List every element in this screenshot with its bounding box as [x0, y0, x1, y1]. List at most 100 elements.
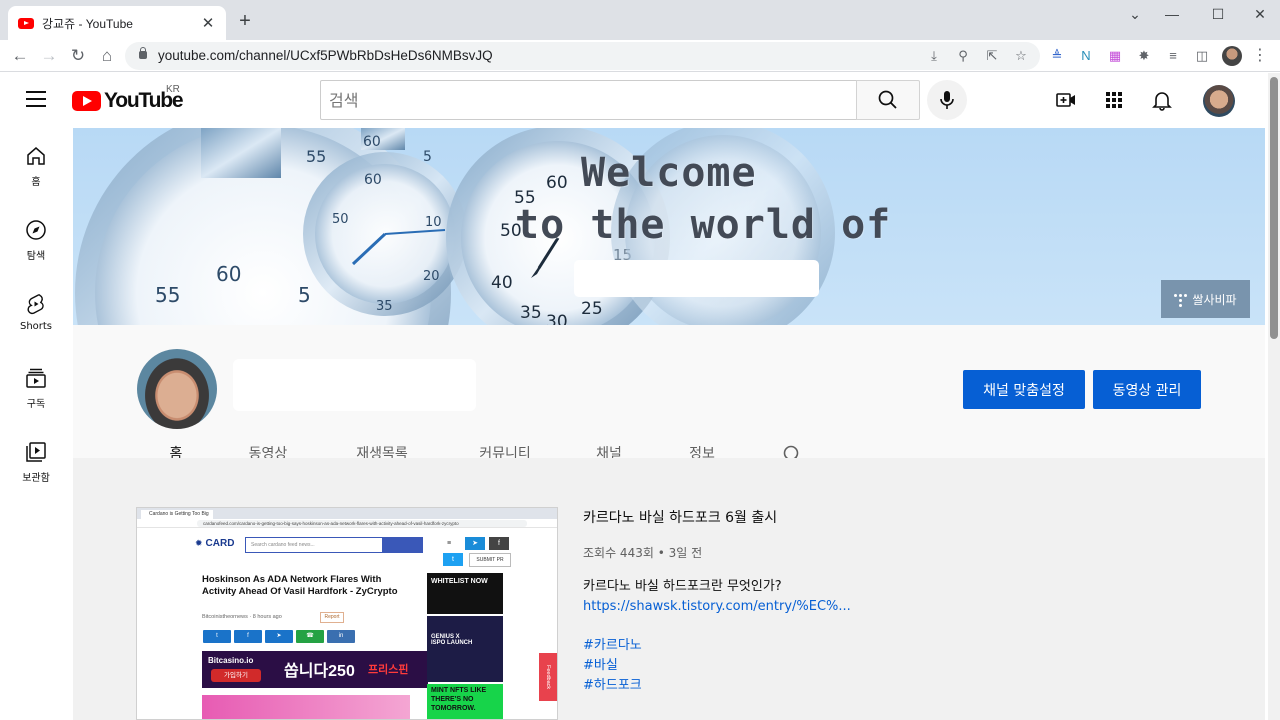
guide-item-explore[interactable]: 탐색 [4, 202, 68, 276]
promo-logo: Bitcasino.io [208, 656, 254, 665]
banner-link-label: 쌀사비파 [1192, 292, 1237, 307]
thumb-twitter-icon: t [443, 553, 463, 566]
description-link[interactable]: https://shawsk.tistory.com/entry/%EC%... [583, 597, 851, 617]
youtube-header: YouTube KR [0, 73, 1268, 128]
tab-title: 강교쥬 - YouTube [42, 16, 133, 31]
banner-redacted-area [574, 260, 819, 297]
manage-videos-button[interactable]: 동영상 관리 [1093, 370, 1201, 409]
svg-text:50: 50 [332, 212, 349, 227]
guide-item-home[interactable]: 홈 [4, 128, 68, 202]
tab-search-dropdown-icon[interactable]: ⌄ [1120, 6, 1150, 23]
extension-n-icon[interactable]: N [1076, 46, 1096, 66]
extension-grid-icon[interactable]: ▦ [1105, 46, 1125, 66]
apps-grid-icon[interactable] [1102, 88, 1126, 112]
hashtag-link[interactable]: #하드포크 [583, 676, 851, 696]
page-scrollbar[interactable] [1268, 73, 1280, 720]
tab-close-icon[interactable]: ✕ [200, 14, 216, 32]
youtube-favicon-icon [18, 17, 34, 29]
svg-text:40: 40 [491, 273, 513, 293]
thumb-ad-genius: GENIUS X ISPO LAUNCH [427, 616, 503, 682]
svg-text:60: 60 [546, 173, 568, 193]
notifications-bell-icon[interactable] [1150, 88, 1174, 112]
back-icon[interactable]: ← [8, 44, 32, 68]
new-tab-button[interactable]: + [234, 10, 256, 33]
banner-headline-line2: to the world of [515, 202, 892, 248]
thumb-report: Report [320, 612, 344, 623]
channel-header: 채널 맞춤설정 동영상 관리 홈 동영상 재생목록 커뮤니티 채널 정보 [73, 325, 1265, 482]
channel-avatar[interactable] [137, 349, 217, 429]
thumb-share-facebook-icon: f [234, 630, 262, 643]
search-button[interactable] [856, 80, 920, 120]
subscriptions-icon [26, 368, 46, 388]
thumb-browser-toolbar: cardanofeed.com/cardano-is-getting-too-b… [137, 519, 557, 528]
guide-item-library[interactable]: 보관함 [4, 424, 68, 498]
thumb-search-button [383, 537, 423, 553]
banner-link-button[interactable]: 쌀사비파 [1161, 280, 1250, 318]
svg-text:60: 60 [216, 262, 241, 286]
guide-label: Shorts [19, 321, 53, 332]
customize-channel-button[interactable]: 채널 맞춤설정 [963, 370, 1085, 409]
thumb-search-field: Search cardano feed news... [245, 537, 383, 553]
zoom-icon[interactable]: ⚲ [954, 47, 972, 65]
scrollbar-thumb[interactable] [1270, 77, 1278, 339]
description-line: 카르다노 바실 하드포크란 무엇인가? [583, 579, 782, 594]
home-browser-icon[interactable]: ⌂ [95, 44, 119, 68]
thumb-ad-mint: MINT NFTS LIKE THERE'S NO TOMORROW. [427, 684, 503, 719]
guide-label: 홈 [31, 177, 41, 188]
install-app-icon[interactable]: ⤓ [925, 47, 943, 65]
youtube-logo[interactable]: YouTube KR [72, 84, 184, 113]
banner-headline-line1: Welcome [581, 150, 757, 196]
browser-toolbar: ← → ↻ ⌂ youtube.com/channel/UCxf5PWbRbDs… [0, 40, 1280, 72]
thumb-tab-title: Cardano is Getting Too Big ... [141, 510, 213, 526]
share-icon[interactable]: ⇱ [983, 47, 1001, 65]
search-input[interactable] [321, 81, 856, 119]
promo-headline: 쏩니다250 [284, 663, 355, 680]
guide-item-subscriptions[interactable]: 구독 [4, 350, 68, 424]
svg-text:20: 20 [423, 269, 440, 284]
browser-tab[interactable]: 강교쥬 - YouTube ✕ [8, 6, 226, 40]
thumb-share-twitter-icon: t [203, 630, 231, 643]
svg-text:10: 10 [425, 215, 442, 230]
minimize-button[interactable]: — [1157, 6, 1187, 22]
svg-text:55: 55 [306, 147, 326, 166]
thumb-site-logo: CARD [195, 538, 235, 549]
svg-text:5: 5 [298, 283, 311, 307]
promo-join: 가입하기 [211, 669, 261, 682]
voice-search-button[interactable] [927, 80, 967, 120]
reading-list-icon[interactable]: ≡ [1163, 46, 1183, 66]
guide-item-shorts[interactable]: Shorts [4, 276, 68, 350]
side-panel-icon[interactable]: ◫ [1192, 46, 1212, 66]
hashtag-link[interactable]: #바실 [583, 656, 851, 676]
svg-text:60: 60 [364, 172, 382, 188]
bookmark-star-icon[interactable]: ☆ [1012, 47, 1030, 65]
address-bar[interactable]: youtube.com/channel/UCxf5PWbRbDsHeDs6NMB… [125, 42, 1040, 70]
close-window-button[interactable]: ✕ [1245, 6, 1275, 23]
extension-layers-icon[interactable]: ≜ [1047, 46, 1067, 66]
account-avatar[interactable] [1203, 85, 1235, 117]
url-text[interactable]: youtube.com/channel/UCxf5PWbRbDsHeDs6NMB… [158, 48, 493, 63]
maximize-button[interactable]: ☐ [1203, 6, 1233, 23]
extensions-puzzle-icon[interactable]: ✸ [1134, 46, 1154, 66]
thumb-source: Bitcoinistheornews · 8 hours ago [202, 614, 282, 620]
hashtag-link[interactable]: #카르다노 [583, 636, 851, 656]
thumb-browser-tabbar: Cardano is Getting Too Big ... [137, 508, 557, 526]
profile-avatar[interactable] [1222, 46, 1242, 66]
svg-text:35: 35 [376, 299, 393, 314]
thumb-facebook-icon: f [489, 537, 509, 550]
featured-video-thumbnail[interactable]: Cardano is Getting Too Big ... cardanofe… [136, 507, 558, 720]
channel-banner: 55 60 5 55 60 10 20 35 50 60 55 50 40 35… [73, 128, 1265, 325]
microphone-icon [940, 91, 954, 109]
forward-icon[interactable]: → [37, 44, 61, 68]
browser-tab-strip: 강교쥬 - YouTube ✕ + ⌄ — ☐ ✕ [0, 0, 1280, 40]
guide-menu-icon[interactable] [26, 91, 46, 107]
video-metadata: 조회수 443회 • 3일 전 [583, 546, 703, 560]
reload-icon[interactable]: ↻ [66, 44, 90, 68]
svg-text:60: 60 [363, 134, 381, 150]
video-title[interactable]: 카르다노 바실 하드포크 6월 출시 [583, 507, 777, 527]
browser-menu-icon[interactable]: ⋮ [1250, 46, 1270, 66]
search-icon [878, 90, 897, 109]
thumb-headline: Hoskinson As ADA Network Flares With Act… [202, 574, 398, 597]
create-video-icon[interactable] [1054, 88, 1078, 112]
svg-text:35: 35 [520, 303, 542, 323]
svg-text:5: 5 [423, 149, 432, 165]
